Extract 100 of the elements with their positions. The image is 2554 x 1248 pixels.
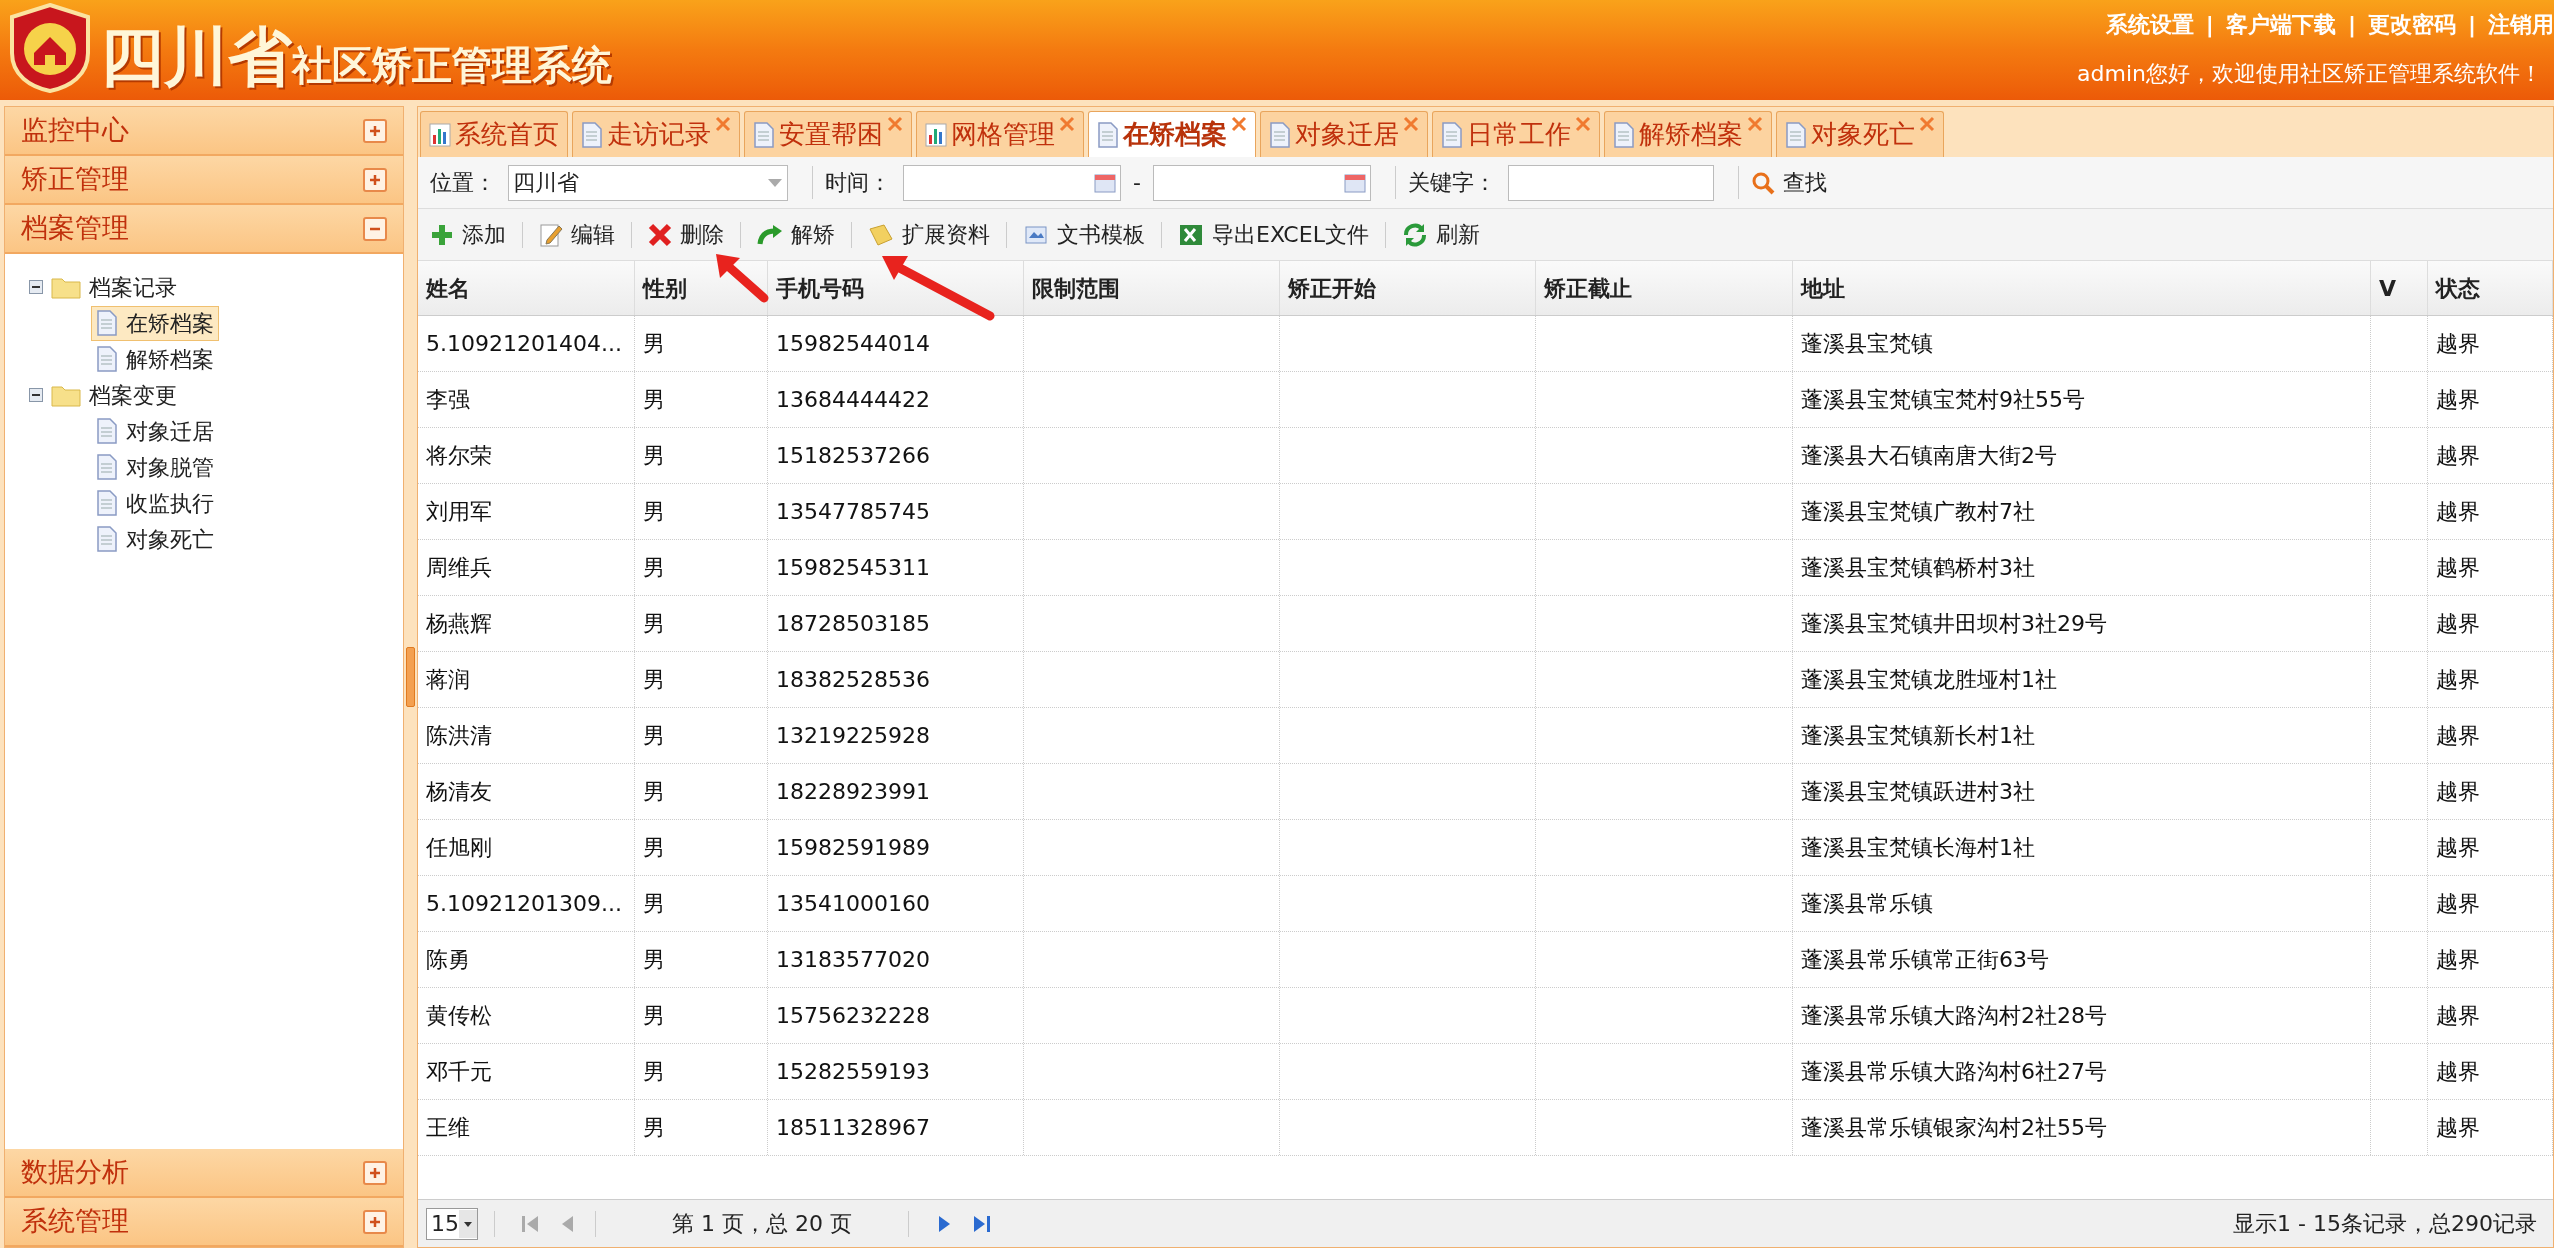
table-cell: 越界 — [2428, 708, 2553, 763]
table-cell: 13183577020 — [768, 932, 1024, 987]
table-cell: 将尔荣 — [418, 428, 635, 483]
document-icon — [96, 490, 118, 516]
spreadsheet-icon — [1178, 222, 1204, 247]
search-button[interactable]: 查找 — [1737, 166, 1827, 199]
tree-item[interactable]: 解矫档案 — [91, 341, 219, 377]
splitter-handle[interactable] — [406, 647, 415, 707]
tab[interactable]: 走访记录 — [572, 111, 740, 157]
table-cell: 任旭刚 — [418, 820, 635, 875]
table-cell: 13219225928 — [768, 708, 1024, 763]
table-cell: 蓬溪县宝梵镇跃进村3社 — [1793, 764, 2371, 819]
close-icon[interactable] — [1747, 116, 1763, 132]
tab[interactable]: 安置帮困 — [744, 111, 912, 157]
column-header[interactable]: V — [2371, 261, 2428, 315]
column-header[interactable]: 矫正开始 — [1280, 261, 1536, 315]
minus-icon — [32, 391, 40, 399]
tab[interactable]: 系统首页 — [420, 111, 568, 157]
tab[interactable]: 网格管理 — [916, 111, 1084, 157]
document-icon — [1613, 121, 1635, 148]
tree-item[interactable]: 对象脱管 — [91, 449, 219, 485]
tab[interactable]: 在矫档案 — [1088, 111, 1256, 157]
expand-icon[interactable] — [363, 167, 387, 192]
close-icon[interactable] — [1403, 116, 1419, 132]
caret-icon — [767, 177, 783, 188]
toolbar-button[interactable]: 添加 — [426, 218, 510, 251]
document-icon — [96, 418, 118, 444]
keyword-field[interactable] — [1507, 164, 1714, 201]
close-icon[interactable] — [887, 116, 903, 132]
toolbar-button[interactable]: 导出EXCEL文件 — [1174, 218, 1373, 251]
plus-icon — [430, 222, 454, 247]
close-icon[interactable] — [1919, 116, 1935, 132]
tree-item[interactable]: 收监执行 — [91, 485, 219, 521]
table-cell: 蓬溪县常乐镇 — [1793, 876, 2371, 931]
location-dropdown[interactable]: 四川省 — [508, 164, 788, 201]
close-icon[interactable] — [715, 116, 731, 132]
tree-folder[interactable]: 档案记录 — [89, 270, 177, 304]
toolbar-button[interactable]: 文书模板 — [1019, 218, 1149, 251]
tab[interactable]: 对象死亡 — [1776, 111, 1944, 157]
table-cell: 18728503185 — [768, 596, 1024, 651]
expand-icon[interactable] — [363, 1160, 387, 1185]
table-cell: 18382528536 — [768, 652, 1024, 707]
table-cell: 越界 — [2428, 1100, 2553, 1155]
close-icon[interactable] — [1059, 116, 1075, 132]
table-cell: 蓬溪县宝梵镇新长村1社 — [1793, 708, 2371, 763]
document-icon — [96, 454, 118, 480]
table-cell: 越界 — [2428, 932, 2553, 987]
document-icon — [1785, 121, 1807, 148]
tree-item[interactable]: 在矫档案 — [91, 305, 219, 341]
table-cell: 男 — [635, 708, 768, 763]
table-cell: 刘用军 — [418, 484, 635, 539]
calendar-icon — [1343, 172, 1366, 193]
tab[interactable]: 对象迁居 — [1260, 111, 1428, 157]
expand-icon[interactable] — [363, 118, 387, 143]
table-cell: 13547785745 — [768, 484, 1024, 539]
plus-icon — [368, 1214, 382, 1229]
delete-icon — [648, 222, 672, 247]
column-header[interactable]: 矫正截止 — [1536, 261, 1793, 315]
document-icon — [581, 121, 603, 148]
plus-icon — [368, 172, 382, 187]
close-icon[interactable] — [1575, 116, 1591, 132]
tab[interactable]: 解矫档案 — [1604, 111, 1772, 157]
date-field[interactable] — [1152, 164, 1371, 201]
toolbar-button[interactable]: 刷新 — [1397, 218, 1484, 251]
collapse-icon[interactable] — [363, 216, 387, 241]
location-label: 位置： — [430, 169, 496, 197]
date-field[interactable] — [903, 164, 1121, 201]
collapse-toggle[interactable] — [29, 280, 43, 294]
record-summary: 显示1 - 15条记录，总290记录 — [2233, 1210, 2538, 1238]
table-cell: 15282559193 — [768, 1044, 1024, 1099]
column-header[interactable]: 姓名 — [418, 261, 635, 315]
toolbar-button[interactable]: 编辑 — [535, 218, 619, 251]
expand-icon[interactable] — [363, 1209, 387, 1234]
tree-item[interactable]: 对象死亡 — [91, 521, 219, 557]
table-cell: 越界 — [2428, 484, 2553, 539]
column-header[interactable]: 限制范围 — [1024, 261, 1280, 315]
table-cell: 王维 — [418, 1100, 635, 1155]
folder-icon — [51, 383, 81, 407]
column-header[interactable]: 地址 — [1793, 261, 2371, 315]
column-header[interactable]: 状态 — [2428, 261, 2553, 315]
close-icon[interactable] — [1231, 116, 1247, 132]
calendar-icon — [1094, 172, 1116, 193]
toolbar-button[interactable]: 解矫 — [753, 218, 839, 251]
tab[interactable]: 日常工作 — [1432, 111, 1600, 157]
table-cell: 15756232228 — [768, 988, 1024, 1043]
toolbar-button[interactable]: 删除 — [644, 218, 728, 251]
collapse-toggle[interactable] — [29, 388, 43, 402]
table-cell: 13684444422 — [768, 372, 1024, 427]
table-cell: 蓬溪县宝梵镇广教村7社 — [1793, 484, 2371, 539]
table-cell: 18228923991 — [768, 764, 1024, 819]
system-title: 四川省 — [100, 25, 292, 89]
table-cell: 男 — [635, 932, 768, 987]
tree-folder[interactable]: 档案变更 — [89, 378, 177, 412]
table-cell: 男 — [635, 764, 768, 819]
table-cell: 杨清友 — [418, 764, 635, 819]
toolbar-button[interactable]: 扩展资料 — [864, 218, 994, 251]
tree-item[interactable]: 对象迁居 — [91, 413, 219, 449]
table-cell: 越界 — [2428, 596, 2553, 651]
table-cell: 男 — [635, 1100, 768, 1155]
page-size-dropdown[interactable]: 15 — [426, 1207, 478, 1240]
